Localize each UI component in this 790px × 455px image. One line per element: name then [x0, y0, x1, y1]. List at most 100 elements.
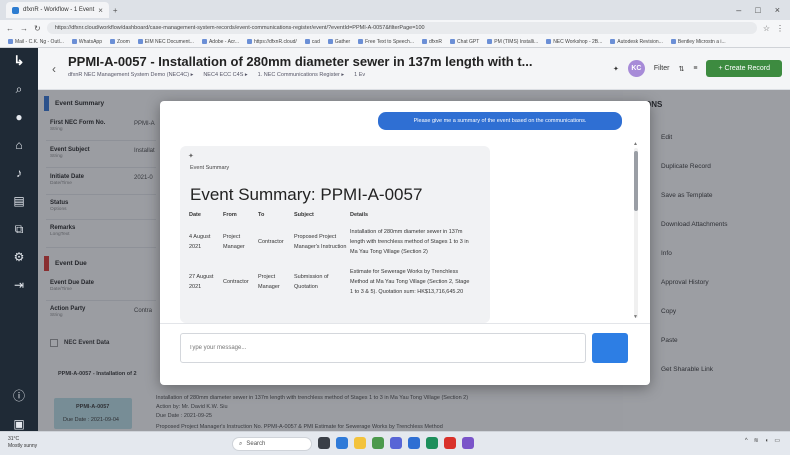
back-nav-icon[interactable]: ←	[6, 24, 14, 33]
app-logo[interactable]: ↳	[9, 54, 29, 68]
maximize-icon[interactable]: □	[755, 5, 760, 15]
tab-close-icon[interactable]: ×	[98, 6, 103, 15]
bookmark-item[interactable]: Chat GPT	[450, 39, 479, 45]
bookmark-item[interactable]: Bentley Microstn a i...	[670, 39, 726, 45]
list-view-icon[interactable]: ≡	[693, 65, 697, 72]
assistant-icon[interactable]: ✦	[613, 65, 619, 73]
logout-icon[interactable]: ⇥	[9, 278, 29, 292]
bookmark-item[interactable]: Zoom	[109, 39, 130, 45]
info-icon[interactable]: ⓘ	[9, 389, 29, 403]
home-icon[interactable]: ⌂	[9, 138, 29, 152]
volume-icon[interactable]: ◖	[765, 438, 769, 444]
bookmark-item[interactable]: Mail - C.K. Ng - Outl...	[8, 39, 64, 45]
avatar[interactable]: KC	[627, 60, 645, 77]
bookmark-item[interactable]: cad	[304, 39, 320, 45]
breadcrumb-item[interactable]: NEC4 ECC C4S ▸	[203, 72, 247, 78]
chrome-icon[interactable]	[372, 437, 384, 449]
table-row: 27 August 2021 Contractor Project Manage…	[189, 264, 476, 304]
bookmark-item[interactable]: NEC Workshop - 2B...	[546, 39, 602, 45]
bookmark-favicon-icon	[487, 39, 493, 44]
weather-temp: 31°C	[8, 436, 20, 442]
taskbar-search[interactable]: ⌕ Search	[232, 437, 312, 451]
bookmark-item[interactable]: Autodesk Revision...	[610, 39, 663, 45]
breadcrumb-item[interactable]: 1 Ev	[354, 72, 365, 78]
table-cell: 27 August 2021	[189, 274, 214, 290]
breadcrumb: dfxnR NEC Management System Demo (NEC4C)…	[68, 72, 365, 78]
column-header: Date	[189, 212, 201, 218]
user-message: Please give me a summary of the event ba…	[378, 112, 622, 130]
create-record-button[interactable]: + Create Record	[706, 60, 782, 77]
sort-icon[interactable]: ⇅	[678, 65, 684, 73]
filter-button[interactable]: Filter	[654, 65, 670, 72]
bookmark-favicon-icon	[546, 39, 552, 44]
bookmark-favicon-icon	[201, 39, 207, 44]
bookmark-item[interactable]: Adobe - Acr...	[201, 39, 239, 45]
onenote-icon[interactable]	[462, 437, 474, 449]
excel-icon[interactable]	[426, 437, 438, 449]
search-icon[interactable]: ⌕	[9, 82, 29, 96]
scroll-down-icon[interactable]: ▼	[633, 314, 638, 320]
minimize-icon[interactable]: –	[736, 5, 741, 15]
bookmark-favicon-icon	[246, 39, 252, 44]
bookmark-item[interactable]: https://dfxnR.cloud/	[246, 39, 297, 45]
bookmark-item[interactable]: EIM NEC Document...	[137, 39, 194, 45]
teams-icon[interactable]	[390, 437, 402, 449]
column-header: From	[223, 212, 237, 218]
star-icon[interactable]: ☆	[763, 24, 770, 33]
bookmark-item[interactable]: WhatsApp	[71, 39, 102, 45]
bookmark-favicon-icon	[137, 39, 143, 44]
reload-icon[interactable]: ↻	[34, 24, 41, 33]
bookmark-favicon-icon	[71, 39, 77, 44]
taskbar-apps	[318, 437, 474, 449]
browser-tab[interactable]: dfxnR - Workflow - 1 Event ×	[6, 2, 109, 18]
window-controls: – □ ×	[736, 5, 790, 15]
table-cell: Proposed Project Manager's Instruction	[294, 234, 347, 250]
app-sidebar: ↳ ⌕ ● ⌂ ♪ ▤ ⧉ ⚙ ⇥ ⓘ ▣	[0, 48, 38, 431]
send-button[interactable]	[592, 333, 628, 363]
chat-modal: Please give me a summary of the event ba…	[160, 101, 650, 385]
breadcrumb-item[interactable]: dfxnR NEC Management System Demo (NEC4C)…	[68, 72, 193, 78]
table-row: 4 August 2021 Project Manager Contractor…	[189, 224, 476, 264]
scroll-up-icon[interactable]: ▲	[633, 141, 638, 147]
admin-icon[interactable]: ▣	[9, 417, 29, 431]
close-window-icon[interactable]: ×	[775, 5, 780, 15]
chat-scrollbar-thumb[interactable]	[634, 151, 638, 211]
wifi-icon[interactable]: ≋	[754, 437, 759, 444]
document-icon[interactable]: ▤	[9, 194, 29, 208]
bookmark-favicon-icon	[109, 39, 115, 44]
column-header: Details	[350, 212, 369, 218]
user-icon[interactable]: ●	[9, 110, 29, 124]
bookmark-favicon-icon	[304, 39, 310, 44]
back-icon[interactable]: ‹	[52, 62, 56, 76]
task-view-icon[interactable]	[318, 437, 330, 449]
browser-toolbar: ← → ↻ https://dfxnr.cloud/workflow/dashb…	[0, 20, 790, 36]
address-bar[interactable]: https://dfxnr.cloud/workflow/dashboard/c…	[46, 22, 757, 34]
forward-nav-icon[interactable]: →	[20, 24, 28, 33]
acrobat-icon[interactable]	[444, 437, 456, 449]
tray-chevron-icon[interactable]: ^	[745, 438, 748, 444]
table-cell: Project Manager	[223, 234, 245, 250]
bookmark-item[interactable]: PM (TIMS) Installi...	[487, 39, 538, 45]
edge-icon[interactable]	[336, 437, 348, 449]
gear-icon[interactable]: ⚙	[9, 250, 29, 264]
weather-widget[interactable]: 31°C Mostly sunny	[8, 436, 37, 450]
battery-icon[interactable]: ▭	[774, 437, 780, 444]
page-title: PPMI-A-0057 - Installation of 280mm diam…	[68, 54, 533, 69]
outlook-icon[interactable]	[408, 437, 420, 449]
message-input[interactable]	[180, 333, 586, 363]
breadcrumb-item[interactable]: 1. NEC Communications Register ▸	[258, 72, 345, 78]
table-header-row: Date From To Subject Details	[189, 212, 476, 224]
taskbar-search-label: Search	[246, 441, 266, 447]
bell-icon[interactable]: ♪	[9, 166, 29, 180]
extensions-icon[interactable]: ⋮	[776, 24, 784, 33]
bookmark-item[interactable]: Gather	[327, 39, 350, 45]
bookmark-favicon-icon	[610, 39, 616, 44]
file-explorer-icon[interactable]	[354, 437, 366, 449]
bookmark-item[interactable]: Free Text to Speech...	[358, 39, 414, 45]
new-tab-icon[interactable]: +	[113, 6, 118, 15]
bookmark-favicon-icon	[327, 39, 333, 44]
table-cell: Contractor	[258, 239, 284, 245]
assistant-avatar-icon: ✦	[188, 153, 194, 160]
bookmark-item[interactable]: dfxnR	[421, 39, 442, 45]
network-icon[interactable]: ⧉	[9, 222, 29, 236]
